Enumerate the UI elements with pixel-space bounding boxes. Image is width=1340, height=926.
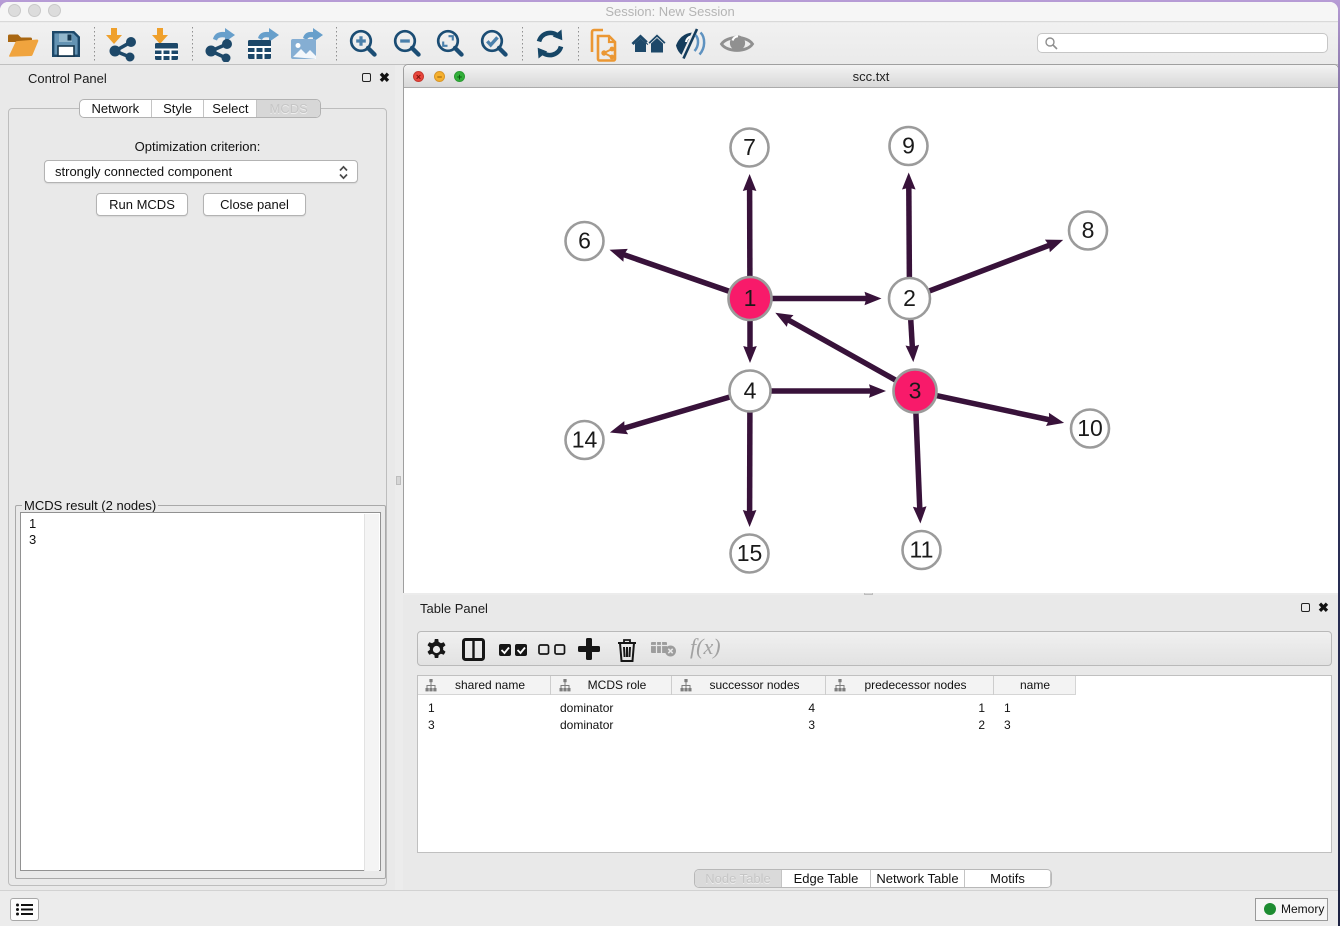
svg-text:10: 10 xyxy=(1077,415,1103,441)
svg-text:1: 1 xyxy=(744,285,757,311)
svg-text:4: 4 xyxy=(744,378,757,404)
svg-text:6: 6 xyxy=(578,228,591,254)
svg-text:11: 11 xyxy=(910,537,934,563)
svg-text:2: 2 xyxy=(903,285,916,311)
svg-text:14: 14 xyxy=(572,427,598,453)
svg-text:15: 15 xyxy=(737,540,763,566)
svg-text:8: 8 xyxy=(1082,217,1095,243)
svg-text:3: 3 xyxy=(909,378,922,404)
svg-text:7: 7 xyxy=(743,134,756,160)
svg-text:9: 9 xyxy=(902,133,915,159)
